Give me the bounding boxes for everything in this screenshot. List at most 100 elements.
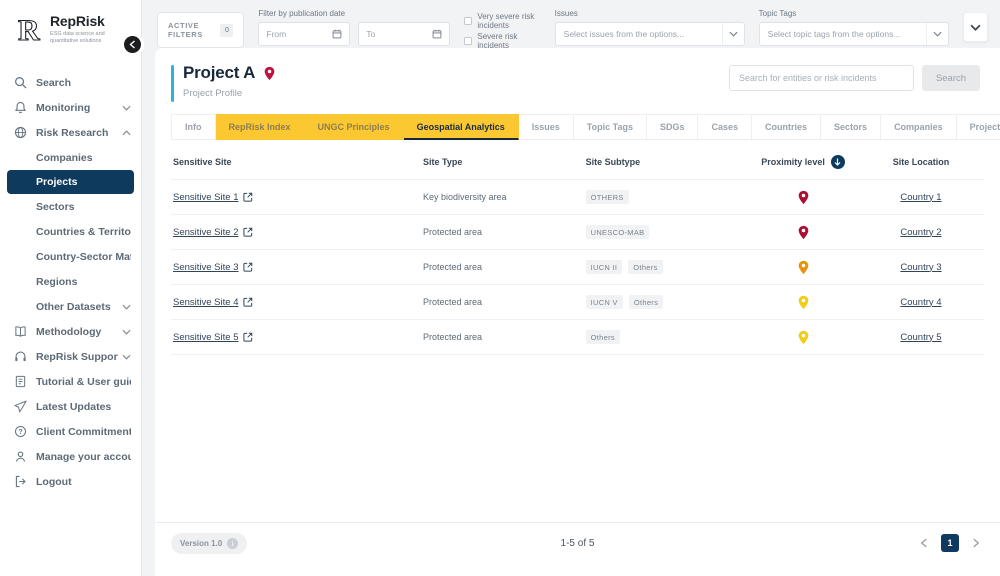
- table-row: Sensitive Site 3 Protected area IUCN II Oth…: [171, 250, 984, 285]
- headset-icon: [14, 350, 27, 363]
- sidebar-nav: Search Monitoring Risk Research Companies Pr…: [0, 70, 141, 494]
- active-filters-button[interactable]: ACTIVE FILTERS 0: [157, 12, 245, 48]
- country-link[interactable]: Country 3: [900, 262, 941, 273]
- current-page-button[interactable]: 1: [941, 534, 959, 552]
- sensitive-site-link[interactable]: Sensitive Site 4: [173, 297, 253, 308]
- tab-sdgs[interactable]: SDGs: [646, 114, 699, 140]
- site-subtype-chip: Others: [628, 295, 664, 309]
- checkbox-box[interactable]: [464, 17, 473, 25]
- search-icon: [14, 76, 27, 89]
- send-icon: [14, 400, 27, 413]
- sensitive-site-link[interactable]: Sensitive Site 1: [173, 192, 253, 203]
- sidebar-item-label: Regions: [36, 275, 78, 288]
- doc-icon: [14, 375, 27, 388]
- checkbox-box[interactable]: [464, 37, 473, 45]
- sidebar-item-sectors[interactable]: Sectors: [0, 194, 141, 219]
- pagination: 1: [920, 534, 980, 552]
- external-link-icon: [243, 297, 253, 307]
- issues-select[interactable]: Select issues from the options...: [554, 22, 745, 46]
- sidebar-item-label: Monitoring: [36, 101, 91, 114]
- date-from-input[interactable]: From: [258, 22, 351, 46]
- search-button[interactable]: Search: [922, 65, 980, 91]
- tab-cases[interactable]: Cases: [698, 114, 753, 140]
- country-link[interactable]: Country 5: [900, 332, 941, 343]
- sidebar-item-monitoring[interactable]: Monitoring: [0, 95, 141, 120]
- sidebar-item-label: Sectors: [36, 200, 75, 213]
- sidebar-item-tutorial-user-guides[interactable]: Tutorial & User guides: [0, 369, 141, 394]
- sensitive-site-link[interactable]: Sensitive Site 5: [173, 332, 253, 343]
- tab-countries[interactable]: Countries: [752, 114, 822, 140]
- sidebar-item-manage-your-account[interactable]: Manage your account: [0, 444, 141, 469]
- previous-page-button[interactable]: [920, 538, 928, 548]
- active-filters-label: ACTIVE FILTERS: [168, 21, 203, 39]
- country-link[interactable]: Country 1: [900, 192, 941, 203]
- calendar-icon: [332, 29, 342, 39]
- sidebar-item-other-datasets[interactable]: Other Datasets: [0, 294, 141, 319]
- site-subtype-chip: IUCN II: [585, 260, 623, 274]
- site-subtype-chip: IUCN V: [585, 295, 623, 309]
- sidebar-item-client-commitment-charter[interactable]: ? Client Commitment Charter: [0, 419, 141, 444]
- page-subtitle: Project Profile: [183, 88, 243, 99]
- sidebar-collapse-button[interactable]: [124, 36, 141, 53]
- sidebar-item-label: Client Commitment Charter: [36, 425, 131, 438]
- issues-label: Issues: [554, 9, 578, 18]
- sensitive-site-link[interactable]: Sensitive Site 3: [173, 262, 253, 273]
- sidebar-item-label: RepRisk Support: [36, 350, 118, 363]
- topic-tags-filter: Topic Tags Select topic tags from the op…: [758, 9, 949, 46]
- chevron-down-icon: [122, 304, 131, 310]
- column-header-proximity-level[interactable]: Proximity level: [748, 154, 858, 169]
- topic-tags-label: Topic Tags: [758, 9, 797, 18]
- sidebar-item-countries-territories[interactable]: Countries & Territories: [0, 219, 141, 244]
- sidebar-item-reprisk-support[interactable]: RepRisk Support: [0, 344, 141, 369]
- table-header-row: Sensitive Site Site Type Site Subtype Pr…: [171, 144, 984, 180]
- country-link[interactable]: Country 4: [900, 297, 941, 308]
- sidebar-item-label: Latest Updates: [36, 400, 112, 413]
- title-accent-bar: [171, 65, 174, 102]
- sidebar-item-country-sector-matrix[interactable]: Country-Sector Matrix: [0, 244, 141, 269]
- sidebar-item-search[interactable]: Search: [0, 70, 141, 95]
- tab-ungc-principles[interactable]: UNGC Principles: [304, 114, 404, 140]
- person-icon: [14, 450, 27, 463]
- sidebar-item-latest-updates[interactable]: Latest Updates: [0, 394, 141, 419]
- topic-tags-select[interactable]: Select topic tags from the options...: [758, 22, 949, 46]
- svg-text:?: ?: [18, 429, 22, 436]
- tab-companies[interactable]: Companies: [881, 114, 957, 140]
- column-header-site-location: Site Location: [892, 156, 950, 167]
- table-body: Sensitive Site 1 Key biodiversity area OTH…: [171, 180, 984, 355]
- proximity-pin-icon: [797, 295, 810, 310]
- svg-text:R: R: [18, 14, 40, 46]
- version-pill[interactable]: Version 1.0 i: [171, 532, 248, 554]
- sensitive-site-link[interactable]: Sensitive Site 2: [173, 227, 253, 238]
- tab-info[interactable]: Info: [171, 114, 216, 140]
- date-to-input[interactable]: To: [358, 22, 451, 46]
- sidebar-item-projects[interactable]: Projects: [7, 170, 134, 194]
- tab-geospatial-analytics[interactable]: Geospatial Analytics: [403, 114, 519, 140]
- chevron-left-icon: [129, 40, 136, 49]
- book-icon: [14, 325, 27, 338]
- collapse-filters-button[interactable]: [962, 12, 988, 42]
- tab-projects[interactable]: Projects: [956, 114, 1000, 140]
- chevron-down-icon: [729, 31, 738, 37]
- sidebar-item-label: Search: [36, 76, 72, 89]
- tab-topic-tags[interactable]: Topic Tags: [573, 114, 647, 140]
- entity-search-input[interactable]: [729, 65, 914, 91]
- sidebar-item-companies[interactable]: Companies: [0, 145, 141, 170]
- sidebar-item-risk-research[interactable]: Risk Research: [0, 120, 141, 145]
- sort-descending-icon[interactable]: [830, 154, 845, 169]
- proximity-pin-icon: [797, 225, 810, 240]
- country-link[interactable]: Country 2: [900, 227, 941, 238]
- tab-reprisk-index[interactable]: RepRisk Index: [215, 114, 305, 140]
- sidebar-item-methodology[interactable]: Methodology: [0, 319, 141, 344]
- checkbox-very-severe-risk-incidents[interactable]: Very severe risk incidents: [464, 12, 540, 30]
- main-panel: Project A Project Profile Search InfoRep…: [155, 48, 1000, 576]
- sidebar: R RepRisk ESG data science and quantitat…: [0, 0, 142, 576]
- sidebar-item-logout[interactable]: Logout: [0, 469, 141, 494]
- tab-sectors[interactable]: Sectors: [821, 114, 882, 140]
- sidebar-item-regions[interactable]: Regions: [0, 269, 141, 294]
- sidebar-item-label: Logout: [36, 475, 72, 488]
- site-type: Key biodiversity area: [423, 192, 507, 202]
- tab-issues[interactable]: Issues: [518, 114, 574, 140]
- next-page-button[interactable]: [972, 538, 980, 548]
- bell-icon: [14, 101, 27, 114]
- chevron-up-icon: [122, 129, 131, 136]
